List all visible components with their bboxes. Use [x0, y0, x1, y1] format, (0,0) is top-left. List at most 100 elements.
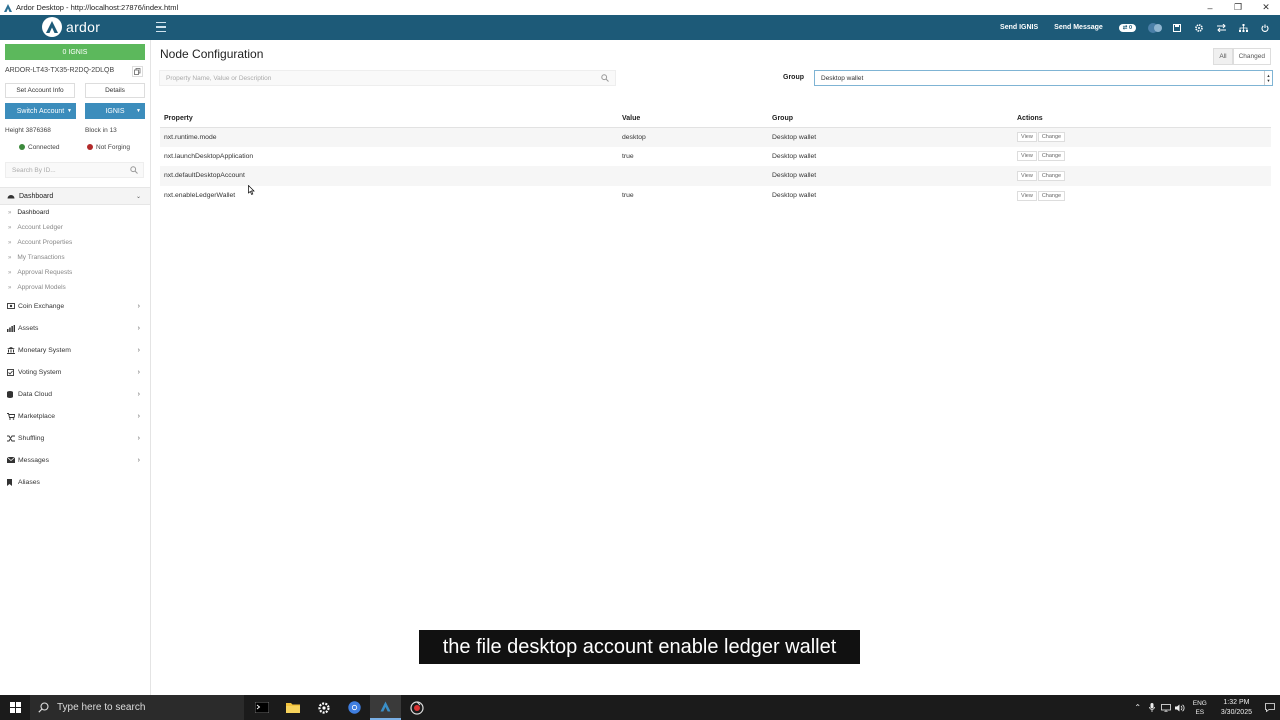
sidebar-item-messages[interactable]: Messages › — [0, 449, 150, 471]
account-avatar-icon[interactable] — [1144, 15, 1166, 40]
view-button[interactable]: View — [1017, 170, 1037, 181]
property-search-input[interactable]: Property Name, Value or Description — [159, 70, 616, 86]
sidebar-item-shuffling[interactable]: Shuffling › — [0, 427, 150, 449]
notification-center-icon[interactable] — [1260, 695, 1280, 720]
change-button[interactable]: Change — [1037, 132, 1066, 143]
restore-icon[interactable]: ❐ — [1224, 0, 1252, 15]
chevron-down-icon: ⌄ — [135, 194, 141, 200]
change-button[interactable]: Change — [1037, 170, 1066, 181]
system-tray: ⌃ ENG ES 1:32 PM 3/30/2025 — [1131, 695, 1280, 720]
connected-label: Connected — [28, 144, 60, 151]
transfer-icon[interactable] — [1210, 15, 1232, 40]
ardor-app-icon — [4, 3, 12, 12]
menu-label: Marketplace — [18, 412, 56, 420]
view-button[interactable]: View — [1017, 151, 1037, 162]
sidebar-item-monetary-system[interactable]: Monetary System › — [0, 339, 150, 361]
chevron-up-icon[interactable]: ⌃ — [1131, 703, 1145, 712]
forging-status: Not Forging — [87, 144, 130, 151]
sidebar-item-coin-exchange[interactable]: Coin Exchange › — [0, 295, 150, 317]
notifications-badge[interactable]: ⇄ 0 — [1118, 23, 1136, 32]
screen-recorder-icon[interactable] — [401, 695, 432, 720]
sidebar-menu: Dashboard ⌄ » Dashboard » Account Ledger »… — [0, 187, 150, 493]
config-table: Property Value Group Actions nxt.runtime… — [160, 110, 1271, 205]
cell-group: Desktop wallet — [768, 127, 1013, 147]
sidebar-item-dashboard[interactable]: Dashboard ⌄ — [0, 187, 150, 205]
change-button[interactable]: Change — [1037, 190, 1066, 201]
chrome-browser-icon[interactable] — [339, 695, 370, 720]
microphone-icon[interactable] — [1145, 703, 1159, 712]
video-caption: the file desktop account enable ledger w… — [419, 630, 860, 664]
power-icon[interactable] — [1254, 15, 1276, 40]
block-height: Height 3876368 — [5, 127, 51, 134]
chevron-right-icon: › — [137, 456, 140, 464]
account-id: ARDOR-LT43-TX35-R2DQ-2DLQB — [5, 67, 115, 74]
balance-button[interactable]: 0 IGNIS — [5, 44, 145, 60]
cell-property: nxt.defaultDesktopAccount — [160, 166, 618, 186]
chain-selector-button[interactable]: IGNIS ▼ — [85, 103, 145, 119]
menu-label: Data Cloud — [18, 390, 53, 398]
ardor-taskbar-icon[interactable] — [370, 695, 401, 720]
network-icon[interactable] — [1232, 15, 1254, 40]
gear-icon[interactable] — [1188, 15, 1210, 40]
group-select[interactable]: Desktop wallet ▲ ▼ — [814, 70, 1273, 86]
filter-changed-button[interactable]: Changed — [1232, 48, 1271, 65]
chevron-right-icon: › — [137, 368, 140, 376]
send-message-link[interactable]: Send Message — [1054, 24, 1103, 31]
sidebar-sub-my-transactions[interactable]: » My Transactions — [0, 250, 150, 265]
send-ignis-link[interactable]: Send IGNIS — [1000, 24, 1038, 31]
set-account-info-button[interactable]: Set Account Info — [5, 83, 75, 98]
cell-group: Desktop wallet — [772, 192, 817, 200]
sidebar-sub-account-ledger[interactable]: » Account Ledger — [0, 220, 150, 235]
details-button[interactable]: Details — [85, 83, 145, 98]
cart-icon — [7, 412, 15, 420]
double-chevron-icon: » — [8, 224, 12, 231]
switch-account-button[interactable]: Switch Account ▼ — [5, 103, 76, 119]
terminal-app-icon[interactable] — [246, 695, 277, 720]
badge-count: 0 — [1128, 24, 1132, 31]
menu-label: Assets — [18, 324, 39, 332]
sidebar-sub-approval-requests[interactable]: » Approval Requests — [0, 265, 150, 280]
dropdown-arrows-icon: ▲ ▼ — [1264, 71, 1272, 85]
cell-value: true — [622, 152, 634, 160]
menu-label: Voting System — [18, 368, 62, 376]
brand-logo[interactable]: ardor — [42, 17, 100, 37]
taskbar-clock[interactable]: 1:32 PM 3/30/2025 — [1221, 698, 1252, 718]
volume-icon[interactable] — [1173, 703, 1187, 712]
bookmark-icon — [7, 478, 15, 486]
sidebar-item-assets[interactable]: Assets › — [0, 317, 150, 339]
view-button[interactable]: View — [1017, 190, 1037, 201]
clock-time: 1:32 PM — [1223, 698, 1250, 706]
view-button[interactable]: View — [1017, 132, 1037, 143]
envelope-icon — [7, 457, 15, 463]
double-chevron-icon: » — [8, 254, 12, 261]
search-by-id-input[interactable]: Search By ID... — [5, 162, 144, 178]
bar-chart-icon — [7, 324, 15, 332]
copy-icon[interactable] — [132, 66, 143, 77]
taskbar-search-input[interactable]: Type here to search — [30, 695, 244, 720]
not-forging-status-dot — [87, 144, 93, 150]
file-explorer-icon[interactable] — [277, 695, 308, 720]
sidebar-item-voting-system[interactable]: Voting System › — [0, 361, 150, 383]
network-status-icon[interactable] — [1159, 703, 1173, 712]
minimize-icon[interactable]: – — [1196, 0, 1224, 15]
sidebar-sub-approval-models[interactable]: » Approval Models — [0, 280, 150, 295]
filter-all-button[interactable]: All — [1213, 48, 1233, 65]
caret-down-icon: ▼ — [136, 108, 141, 114]
sidebar-sub-account-properties[interactable]: » Account Properties — [0, 235, 150, 250]
sidebar-item-aliases[interactable]: Aliases — [0, 471, 150, 493]
group-select-value: Desktop wallet — [821, 74, 864, 82]
cell-value: true — [622, 192, 634, 200]
sidebar-item-data-cloud[interactable]: Data Cloud › — [0, 383, 150, 405]
close-icon[interactable]: ✕ — [1252, 0, 1280, 15]
sub-item-label: My Transactions — [17, 254, 65, 261]
sidebar-sub-dashboard[interactable]: » Dashboard — [0, 205, 150, 220]
sidebar-item-marketplace[interactable]: Marketplace › — [0, 405, 150, 427]
change-button[interactable]: Change — [1037, 151, 1066, 162]
language-indicator[interactable]: ENG ES — [1193, 699, 1207, 717]
menu-toggle-icon[interactable] — [156, 22, 166, 32]
save-icon[interactable] — [1166, 15, 1188, 40]
property-search-placeholder: Property Name, Value or Description — [166, 74, 272, 82]
search-by-id-placeholder: Search By ID... — [12, 166, 56, 174]
settings-gear-icon[interactable] — [308, 695, 339, 720]
windows-start-icon[interactable] — [0, 695, 30, 720]
